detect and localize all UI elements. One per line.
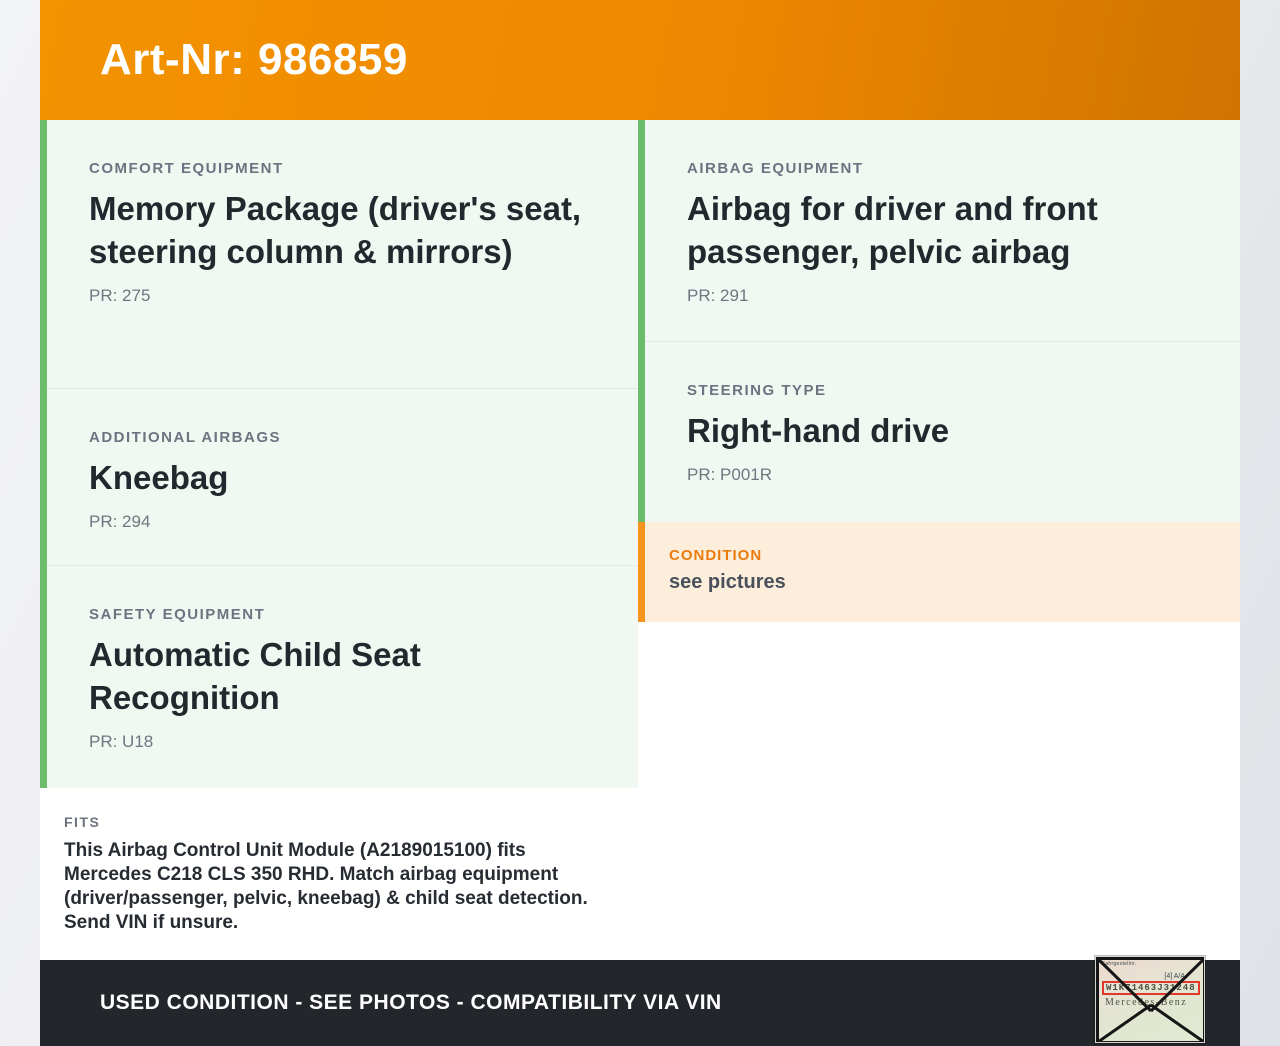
left-feature-cards: COMFORT EQUIPMENT Memory Package (driver… [40, 120, 638, 788]
pr-code: PR: 294 [89, 512, 151, 531]
card-label: AIRBAG EQUIPMENT [687, 160, 864, 177]
fits-section: FITS This Airbag Control Unit Module (A2… [40, 788, 638, 960]
right-feature-cards: AIRBAG EQUIPMENT Airbag for driver and f… [638, 120, 1240, 522]
listing-page: Art-Nr: 986859 COMFORT EQUIPMENT Memory … [0, 0, 1280, 1046]
empty-area [638, 622, 1240, 960]
card-title: Right-hand drive [687, 412, 950, 449]
left-column: COMFORT EQUIPMENT Memory Package (driver… [40, 120, 638, 960]
pr-code: PR: 275 [89, 286, 151, 305]
card-steering-type: STEERING TYPE Right-hand drive PR: P001R [645, 341, 1240, 522]
footer-bar: USED CONDITION - SEE PHOTOS - COMPATIBIL… [40, 960, 1240, 1046]
header-banner: Art-Nr: 986859 [40, 0, 1240, 120]
vin-card-stamp-image: Fahrgestellnr. [4] A/A W1K71463J31248 7 … [1095, 956, 1205, 1043]
card-safety-equipment: SAFETY EQUIPMENT Automatic Child Seat Re… [47, 565, 638, 788]
card-label: COMFORT EQUIPMENT [89, 160, 284, 177]
pr-code: PR: 291 [687, 286, 749, 305]
card-title: Automatic Child Seat Recognition [89, 636, 421, 716]
card-label: SAFETY EQUIPMENT [89, 606, 266, 623]
envelope-icon [1096, 957, 1204, 1042]
fits-description: This Airbag Control Unit Module (A218901… [64, 840, 588, 933]
card-additional-airbags: ADDITIONAL AIRBAGS Kneebag PR: 294 [47, 388, 638, 565]
card-title: Airbag for driver and front passenger, p… [687, 190, 1098, 270]
vin-card-content: Fahrgestellnr. [4] A/A W1K71463J31248 7 … [1096, 957, 1204, 1042]
condition-label: CONDITION [669, 547, 763, 564]
article-number-title: Art-Nr: 986859 [100, 35, 408, 84]
card-label: ADDITIONAL AIRBAGS [89, 429, 281, 446]
card-comfort-equipment: COMFORT EQUIPMENT Memory Package (driver… [47, 120, 638, 388]
fits-label: FITS [64, 814, 101, 830]
condition-value: see pictures [669, 571, 786, 593]
spec-grid: COMFORT EQUIPMENT Memory Package (driver… [40, 120, 1240, 960]
condition-card: CONDITION see pictures [638, 522, 1240, 622]
pr-code: PR: U18 [89, 732, 154, 751]
content-container: Art-Nr: 986859 COMFORT EQUIPMENT Memory … [40, 0, 1240, 1046]
card-airbag-equipment: AIRBAG EQUIPMENT Airbag for driver and f… [645, 120, 1240, 341]
right-column: AIRBAG EQUIPMENT Airbag for driver and f… [638, 120, 1240, 960]
card-title: Memory Package (driver's seat, steering … [89, 190, 582, 270]
footer-notice: USED CONDITION - SEE PHOTOS - COMPATIBIL… [100, 991, 722, 1014]
card-title: Kneebag [89, 459, 229, 496]
pr-code: PR: P001R [687, 465, 773, 484]
card-label: STEERING TYPE [687, 382, 827, 399]
